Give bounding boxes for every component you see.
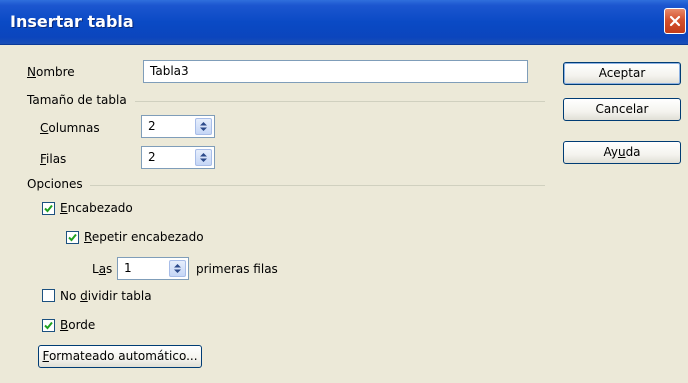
no-split-label[interactable]: No dividir tabla xyxy=(60,289,152,303)
first-rows-value: 1 xyxy=(124,261,132,275)
cancel-button[interactable]: Cancelar xyxy=(563,98,681,121)
columns-value: 2 xyxy=(148,119,156,133)
checkmark-icon xyxy=(44,321,53,330)
options-divider xyxy=(90,185,545,186)
first-rows-spinbox[interactable]: 1 xyxy=(117,257,189,280)
rows-label: Filas xyxy=(40,152,67,166)
help-button[interactable]: Ayuda xyxy=(563,141,681,164)
checkmark-icon xyxy=(68,233,77,242)
columns-spinbox[interactable]: 2 xyxy=(141,115,215,138)
title-bar: Insertar tabla xyxy=(0,0,688,45)
dialog-title: Insertar tabla xyxy=(10,12,134,31)
repeat-heading-checkbox[interactable] xyxy=(66,231,79,244)
rows-value: 2 xyxy=(148,150,156,164)
close-button[interactable] xyxy=(664,8,686,34)
table-size-group-label: Tamaño de tabla xyxy=(27,93,127,107)
spin-arrows-icon[interactable] xyxy=(195,118,212,135)
repeat-heading-label[interactable]: Repetir encabezado xyxy=(84,230,204,244)
autoformat-button[interactable]: Formateado automático... xyxy=(38,345,202,368)
close-icon xyxy=(669,15,681,27)
spin-arrows-icon[interactable] xyxy=(169,260,186,277)
spin-arrows-icon[interactable] xyxy=(195,149,212,166)
table-size-divider xyxy=(135,101,545,102)
checkmark-icon xyxy=(44,204,53,213)
no-split-checkbox[interactable] xyxy=(42,289,55,302)
border-checkbox[interactable] xyxy=(42,319,55,332)
name-input[interactable]: Tabla3 xyxy=(143,60,528,83)
first-rows-suffix: primeras filas xyxy=(196,262,278,276)
name-label: Nombre xyxy=(27,65,75,79)
name-input-value: Tabla3 xyxy=(150,64,189,78)
columns-label: Columnas xyxy=(40,121,100,135)
ok-button[interactable]: Aceptar xyxy=(563,62,681,85)
insert-table-dialog: Insertar tabla Nombre Tabla3 Tamaño de t… xyxy=(0,0,688,383)
heading-label[interactable]: Encabezado xyxy=(60,201,133,215)
options-group-label: Opciones xyxy=(27,177,83,191)
heading-checkbox[interactable] xyxy=(42,202,55,215)
first-rows-label: Las xyxy=(92,262,113,276)
rows-spinbox[interactable]: 2 xyxy=(141,146,215,169)
border-label[interactable]: Borde xyxy=(60,318,95,332)
